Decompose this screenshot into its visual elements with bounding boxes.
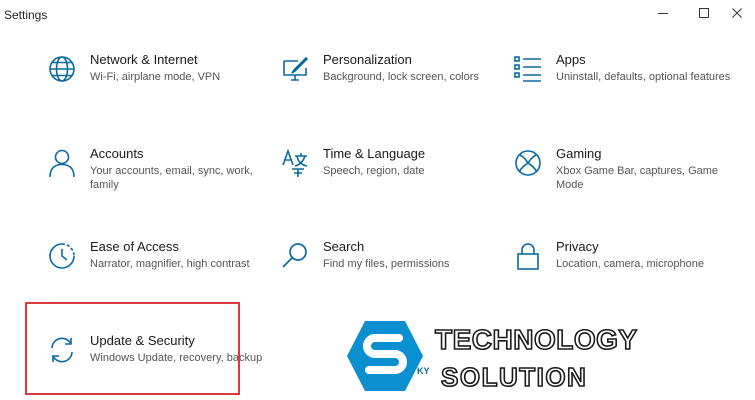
tile-title: Personalization [323, 52, 412, 67]
watermark-logo: TECHNOLOGY KY SOLUTION [345, 318, 638, 396]
tile-title: Accounts [90, 146, 144, 161]
tile-apps[interactable]: Apps Uninstall, defaults, optional featu… [513, 52, 733, 122]
tile-title: Search [323, 239, 365, 254]
tile-ease-of-access[interactable]: Ease of Access Narrator, magnifier, high… [47, 239, 267, 309]
tile-description: Narrator, magnifier, high contrast [90, 258, 250, 270]
tile-title: Ease of Access [90, 239, 179, 254]
tile-description: Uninstall, defaults, optional features [556, 71, 731, 83]
watermark-line1: TECHNOLOGY [434, 323, 638, 356]
search-icon [280, 241, 310, 271]
highlight-box [25, 302, 240, 395]
tile-description: Location, camera, microphone [556, 258, 704, 270]
tile-description: Background, lock screen, colors [323, 71, 479, 83]
tile-title: Apps [556, 52, 586, 67]
tile-search[interactable]: Search Find my files, permissions [280, 239, 500, 309]
xbox-icon [513, 148, 543, 178]
tile-title: Time & Language [323, 146, 426, 161]
watermark-prefix: KY [417, 366, 430, 376]
tile-description: Speech, region, date [323, 165, 425, 177]
maximize-icon [699, 8, 709, 18]
time-language-icon [280, 148, 310, 178]
globe-icon [47, 54, 77, 84]
paint-icon [280, 54, 310, 84]
close-button[interactable] [717, 2, 755, 24]
lock-icon [513, 241, 543, 271]
tile-accounts[interactable]: Accounts Your accounts, email, sync, wor… [47, 146, 267, 216]
tile-time-language[interactable]: Time & Language Speech, region, date [280, 146, 500, 216]
tile-title: Network & Internet [90, 52, 198, 67]
tile-description: Find my files, permissions [323, 258, 450, 270]
tile-privacy[interactable]: Privacy Location, camera, microphone [513, 239, 733, 309]
apps-list-icon [513, 54, 543, 84]
title-bar: Settings [0, 0, 755, 28]
logo-s-icon [347, 321, 423, 391]
tile-network-internet[interactable]: Network & Internet Wi-Fi, airplane mode,… [47, 52, 267, 122]
minimize-button[interactable] [643, 2, 683, 24]
tile-personalization[interactable]: Personalization Background, lock screen,… [280, 52, 500, 122]
person-icon [47, 148, 77, 178]
window-title: Settings [4, 8, 48, 22]
tile-description: Xbox Game Bar, captures, Game Mode [556, 165, 719, 191]
watermark-line2: SOLUTION [440, 361, 588, 393]
tile-title: Gaming [556, 146, 602, 161]
ease-of-access-icon [47, 241, 77, 271]
tile-gaming[interactable]: Gaming Xbox Game Bar, captures, Game Mod… [513, 146, 733, 216]
minimize-icon [658, 13, 668, 14]
tile-description: Wi-Fi, airplane mode, VPN [90, 71, 221, 83]
close-icon [732, 8, 742, 18]
tile-title: Privacy [556, 239, 599, 254]
tile-description: Your accounts, email, sync, work, family [90, 165, 253, 191]
